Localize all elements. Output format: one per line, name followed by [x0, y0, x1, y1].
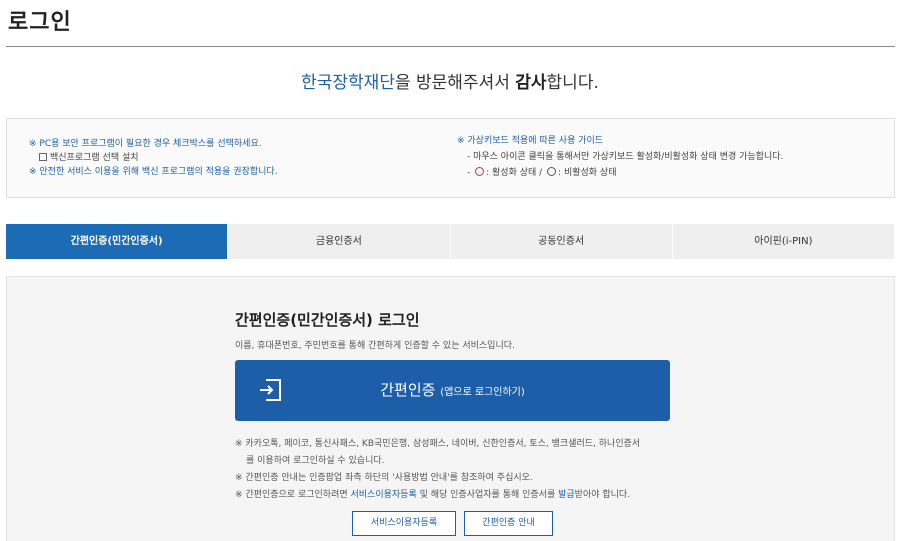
notice-vaccine-text: ※ 안전한 서비스 이용을 위해 백신 프로그램의 적용을 권장합니다. [29, 167, 278, 177]
sub-buttons: 서비스이용자등록 간편인증 안내 [352, 511, 553, 536]
note-register-a: ※ 간편인증으로 로그인하려면 [235, 490, 351, 500]
login-panel: 간편인증(민간인증서) 로그인 이름, 휴대폰번호, 주민번호를 통해 간편하게… [6, 276, 895, 541]
mouse-inactive-icon [547, 167, 557, 176]
title-divider [6, 46, 895, 47]
note-guide: ※ 간편인증 안내는 인증팝업 좌측 하단의 '사용방법 안내'를 참조하여 주… [235, 473, 533, 483]
note-register-b: 및 해당 인증사업자를 통해 인증서를 [416, 490, 559, 500]
panel-description: 이름, 휴대폰번호, 주민번호를 통해 간편하게 인증할 수 있는 서비스입니다… [235, 341, 515, 351]
legend-inactive: : 비활성화 상태 [558, 168, 617, 178]
auth-tabs: 간편인증(민간인증서) 금융인증서 공동인증서 아이핀(i-PIN) [6, 224, 895, 259]
login-button-main: 간편인증 [380, 381, 441, 399]
notice-box: ※ PC용 보안 프로그램이 필요한 경우 체크박스를 선택하세요. 백신프로그… [6, 118, 895, 198]
tab-ipin[interactable]: 아이핀(i-PIN) [672, 224, 895, 259]
simple-auth-login-button[interactable]: 간편인증 (앱으로 로그인하기) [235, 360, 670, 421]
note-register: ※ 간편인증으로 로그인하려면 서비스이용자등록 및 해당 인증사업자를 통해 … [235, 487, 640, 504]
page-title: 로그인 [8, 10, 72, 35]
login-button-sub: (앱으로 로그인하기) [440, 387, 525, 398]
welcome-thanks: 감사 [515, 73, 547, 93]
note-providers: ※ 카카오톡, 페이코, 통신사패스, KB국민은행, 삼성패스, 네이버, 신… [235, 439, 641, 449]
notice-security-text: ※ PC용 보안 프로그램이 필요한 경우 체크박스를 선택하세요. [29, 139, 262, 149]
notice-left: ※ PC용 보안 프로그램이 필요한 경우 체크박스를 선택하세요. 백신프로그… [29, 137, 278, 179]
issue-link[interactable]: 발급 [558, 490, 575, 500]
tab-joint-cert[interactable]: 공동인증서 [450, 224, 673, 259]
welcome-mid: 을 방문해주셔서 [394, 73, 516, 93]
service-register-link[interactable]: 서비스이용자등록 [350, 490, 416, 500]
vaccine-checkbox-label[interactable]: 백신프로그램 선택 설치 [50, 153, 139, 163]
keyboard-guide-legend: - : 활성화 상태 / : 비활성화 상태 [467, 167, 617, 178]
note-register-c: 받아야 합니다. [574, 490, 631, 500]
login-button-label: 간편인증 (앱으로 로그인하기) [235, 360, 670, 423]
welcome-message: 한국장학재단을 방문해주셔서 감사합니다. [0, 68, 900, 93]
login-notes: ※ 카카오톡, 페이코, 통신사패스, KB국민은행, 삼성패스, 네이버, 신… [235, 436, 640, 504]
tab-financial-cert[interactable]: 금융인증서 [228, 224, 451, 259]
panel-title: 간편인증(민간인증서) 로그인 [235, 311, 420, 329]
keyboard-guide-title: ※ 가상키보드 적용에 따른 사용 가이드 [457, 136, 604, 146]
tab-simple-auth[interactable]: 간편인증(민간인증서) [6, 224, 229, 259]
keyboard-guide-text: - 마우스 아이콘 클릭을 통해서만 가상키보드 활성화/비활성화 상태 변경 … [467, 152, 784, 162]
simple-auth-guide-button[interactable]: 간편인증 안내 [464, 511, 553, 536]
service-register-button[interactable]: 서비스이용자등록 [352, 511, 456, 536]
legend-active: : 활성화 상태 / [486, 168, 543, 178]
welcome-brand: 한국장학재단 [301, 73, 395, 93]
vaccine-checkbox[interactable] [39, 153, 47, 161]
welcome-end: 합니다. [546, 73, 599, 93]
notice-right: ※ 가상키보드 적용에 따른 사용 가이드 - 마우스 아이콘 클릭을 통해서만… [457, 133, 783, 181]
mouse-active-icon [475, 167, 485, 176]
vaccine-option[interactable]: 백신프로그램 선택 설치 [29, 151, 278, 165]
note-providers-cont: 를 이용하여 로그인하실 수 있습니다. [246, 456, 385, 466]
